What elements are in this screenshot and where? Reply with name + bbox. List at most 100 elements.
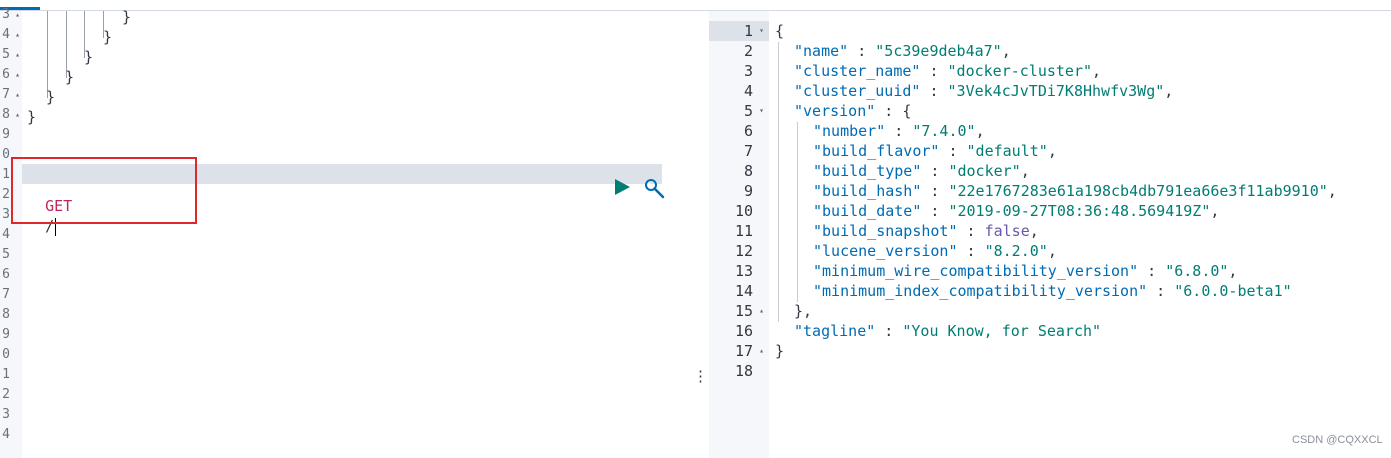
json-key: "build_snapshot" bbox=[813, 222, 958, 240]
response-line-number: 8 bbox=[709, 161, 769, 181]
json-string: "You Know, for Search" bbox=[902, 322, 1102, 340]
line-number-text: 1 bbox=[2, 167, 10, 182]
response-line-number: 1 ▾ bbox=[709, 21, 769, 41]
json-punctuation: { bbox=[775, 22, 785, 40]
line-number-text: 17 bbox=[734, 342, 753, 360]
json-key: "minimum_wire_compatibility_version" bbox=[813, 262, 1139, 280]
json-key: "number" bbox=[813, 122, 886, 140]
json-string: "6.8.0" bbox=[1165, 262, 1229, 280]
response-line-number: 18 bbox=[709, 361, 769, 381]
vertical-dots-icon[interactable]: ⋮ bbox=[693, 367, 708, 385]
fold-toggle-icon[interactable]: ▴ bbox=[15, 5, 20, 25]
response-line-number: 5 ▾ bbox=[709, 101, 769, 121]
line-number: 7 ▴ bbox=[0, 85, 22, 105]
line-number-text: 4 bbox=[2, 427, 10, 442]
line-number-text: 4 bbox=[2, 227, 10, 242]
line-number: 1 bbox=[0, 365, 22, 385]
fold-toggle-icon[interactable]: ▴ bbox=[759, 301, 764, 321]
response-line-number: 14 bbox=[709, 281, 769, 301]
json-punctuation: , bbox=[1047, 242, 1057, 260]
response-line: "build_snapshot" : false, bbox=[813, 221, 1039, 241]
json-string: "7.4.0" bbox=[912, 122, 976, 140]
json-string: "docker-cluster" bbox=[947, 62, 1093, 80]
json-key: "build_flavor" bbox=[813, 142, 940, 160]
wrench-icon[interactable] bbox=[644, 178, 666, 200]
json-punctuation: : bbox=[921, 202, 949, 220]
json-punctuation: , bbox=[1029, 222, 1039, 240]
fold-toggle-icon[interactable]: ▴ bbox=[15, 25, 20, 45]
line-number-text: 0 bbox=[2, 347, 10, 362]
line-number-text: 2 bbox=[2, 387, 10, 402]
response-line: "number" : "7.4.0", bbox=[813, 121, 985, 141]
json-punctuation: : bbox=[920, 82, 948, 100]
json-key: "build_type" bbox=[813, 162, 922, 180]
fold-toggle-icon[interactable]: ▾ bbox=[759, 101, 764, 121]
line-number: 9 bbox=[0, 325, 22, 345]
response-line-number: 15 ▴ bbox=[709, 301, 769, 321]
indent-guide bbox=[47, 11, 48, 98]
json-string: "default" bbox=[966, 142, 1048, 160]
json-punctuation: : bbox=[1147, 282, 1175, 300]
json-key: "build_date" bbox=[813, 202, 922, 220]
fold-toggle-icon[interactable]: ▴ bbox=[15, 105, 20, 125]
line-number: 8 ▴ bbox=[0, 105, 22, 125]
line-number-text: 4 bbox=[743, 82, 753, 100]
json-boolean: false bbox=[984, 222, 1030, 240]
line-number-text: 1 bbox=[743, 22, 753, 40]
fold-toggle-icon[interactable]: ▴ bbox=[15, 65, 20, 85]
fold-toggle-icon[interactable]: ▴ bbox=[15, 45, 20, 65]
line-number-text: 9 bbox=[2, 127, 10, 142]
line-number-text: 7 bbox=[2, 287, 10, 302]
line-number-text: 8 bbox=[2, 107, 10, 122]
response-line-number: 10 bbox=[709, 201, 769, 221]
pane-divider[interactable] bbox=[690, 11, 708, 458]
json-punctuation: , bbox=[1001, 42, 1011, 60]
json-key: "tagline" bbox=[794, 322, 876, 340]
line-number-text: 12 bbox=[734, 242, 753, 260]
response-line: "build_date" : "2019-09-27T08:36:48.5694… bbox=[813, 201, 1219, 221]
line-number-text: 7 bbox=[743, 142, 753, 160]
code-line: } bbox=[46, 88, 56, 106]
response-line: { bbox=[775, 21, 784, 41]
json-punctuation: : { bbox=[875, 102, 912, 120]
line-number: 7 bbox=[0, 285, 22, 305]
line-number-text: 9 bbox=[2, 327, 10, 342]
request-editor[interactable]: 3 ▴ 4 ▴ 5 ▴ 6 ▴ 7 ▴ 8 ▴ 9 0 1 2 3 4 5 6 7 8 9 0 1 2 3 4 } } } } } } bbox=[0, 7, 690, 458]
code-line: } bbox=[122, 8, 132, 26]
request-editor-gutter: 3 ▴ 4 ▴ 5 ▴ 6 ▴ 7 ▴ 8 ▴ 9 0 1 2 3 4 5 6 7 8 9 0 1 2 3 4 bbox=[0, 7, 22, 458]
json-punctuation: , bbox=[1092, 62, 1102, 80]
response-line-number: 4 bbox=[709, 81, 769, 101]
indent-guide bbox=[797, 122, 798, 302]
line-number-text: 5 bbox=[2, 247, 10, 262]
json-punctuation: : bbox=[920, 62, 948, 80]
response-line: "lucene_version" : "8.2.0", bbox=[813, 241, 1057, 261]
json-string: "22e1767283e61a198cb4db791ea66e3f11ab991… bbox=[948, 182, 1328, 200]
response-line-number: 3 bbox=[709, 61, 769, 81]
line-number-text: 14 bbox=[734, 282, 753, 300]
line-number: 3 ▴ bbox=[0, 5, 22, 25]
fold-toggle-icon[interactable]: ▴ bbox=[759, 341, 764, 361]
json-punctuation: : bbox=[939, 142, 967, 160]
json-key: "cluster_name" bbox=[794, 62, 921, 80]
line-number: 0 bbox=[0, 345, 22, 365]
line-number-text: 3 bbox=[2, 7, 10, 22]
json-punctuation: : bbox=[1138, 262, 1166, 280]
code-line: } bbox=[84, 48, 94, 66]
json-string: "3Vek4cJvTDi7K8Hhwfv3Wg" bbox=[947, 82, 1165, 100]
json-punctuation: , bbox=[1047, 142, 1057, 160]
play-triangle-icon[interactable] bbox=[613, 178, 631, 196]
json-string: "8.2.0" bbox=[984, 242, 1048, 260]
fold-toggle-icon[interactable]: ▴ bbox=[15, 85, 20, 105]
json-punctuation: , bbox=[975, 122, 985, 140]
fold-toggle-icon[interactable]: ▾ bbox=[759, 21, 764, 41]
response-line: "name" : "5c39e9deb4a7", bbox=[794, 41, 1011, 61]
json-key: "build_hash" bbox=[813, 182, 922, 200]
response-line-number: 6 bbox=[709, 121, 769, 141]
line-number: 4 bbox=[0, 425, 22, 445]
json-string: "2019-09-27T08:36:48.569419Z" bbox=[948, 202, 1211, 220]
json-punctuation: : bbox=[921, 182, 949, 200]
json-punctuation: , bbox=[1020, 162, 1030, 180]
line-number-text: 2 bbox=[743, 42, 753, 60]
json-punctuation: , bbox=[1210, 202, 1220, 220]
response-line: } bbox=[775, 341, 784, 361]
